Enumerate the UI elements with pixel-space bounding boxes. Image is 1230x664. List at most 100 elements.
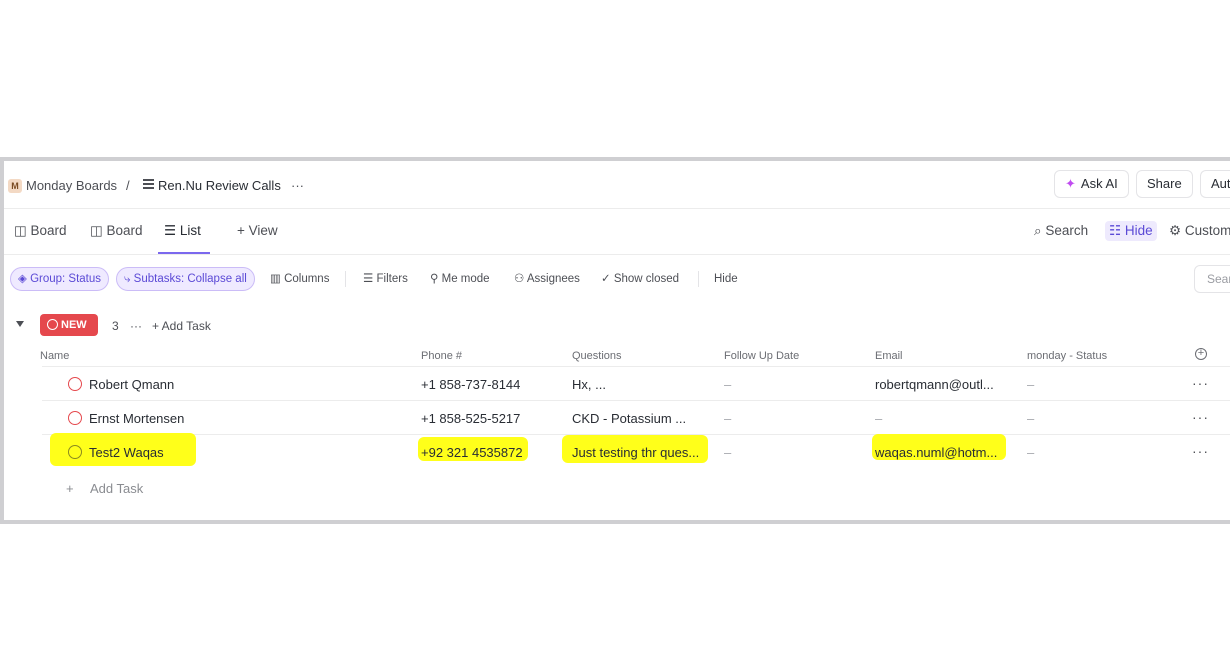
add-view-button[interactable]: + View (237, 223, 278, 238)
top-bar: M Monday Boards / Ren.Nu Review Calls ··… (4, 161, 1230, 209)
table-row[interactable]: Robert Qmann +1 858-737-8144 Hx, ... – r… (42, 367, 1230, 401)
workspace-avatar[interactable]: M (8, 179, 22, 193)
phone-cell[interactable]: +1 858-525-5217 (421, 411, 520, 426)
task-status-icon[interactable] (68, 377, 82, 391)
tab-board-2[interactable]: ◫ Board (90, 223, 143, 239)
active-tab-indicator (158, 252, 210, 254)
table-row[interactable]: Test2 Waqas +92 321 4535872 Just testing… (42, 433, 1230, 469)
assignees-button[interactable]: ⚇ Assignees (506, 267, 588, 291)
tab-label: Board (30, 223, 67, 238)
automations-button[interactable]: Aut (1200, 170, 1230, 198)
phone-cell[interactable]: +92 321 4535872 (421, 445, 523, 460)
search-label: Search (1045, 223, 1089, 238)
group-more-button[interactable]: ··· (130, 319, 142, 333)
assignees-label: Assignees (526, 273, 580, 285)
breadcrumb-workspace[interactable]: Monday Boards (26, 178, 117, 193)
add-task-row-button[interactable]: Add Task (90, 481, 143, 496)
columns-label: Columns (284, 273, 330, 285)
follow-up-cell[interactable]: – (724, 445, 731, 460)
table-row[interactable]: Ernst Mortensen +1 858-525-5217 CKD - Po… (42, 401, 1230, 435)
share-label: Share (1147, 176, 1182, 191)
filter-bar: ◈ Group: Status ⤷ Subtasks: Collapse all… (4, 255, 1230, 299)
follow-up-cell[interactable]: – (724, 377, 731, 392)
column-monday-status[interactable]: monday - Status (1027, 350, 1107, 362)
search-input[interactable]: Sear (1194, 265, 1230, 293)
filters-button[interactable]: ☰ Filters (355, 267, 416, 291)
monday-status-cell[interactable]: – (1027, 445, 1034, 460)
status-circle-icon (47, 319, 58, 330)
filters-label: Filters (376, 273, 408, 285)
collapse-group-icon[interactable] (16, 321, 24, 327)
breadcrumb-separator: / (126, 178, 130, 193)
task-name[interactable]: Test2 Waqas (89, 445, 164, 460)
status-label: NEW (61, 319, 87, 331)
customize-button[interactable]: ⚙ Custom (1169, 223, 1230, 239)
hide-button[interactable]: ☷ Hide (1105, 221, 1157, 241)
email-cell[interactable]: waqas.numl@hotm... (875, 445, 997, 460)
board-icon: ◫ (14, 223, 27, 238)
view-tabs: ◫ Board ◫ Board ☰ List + View ⌕ Search ☷… (4, 209, 1230, 255)
status-group-badge[interactable]: NEW (40, 314, 98, 336)
tab-board-1[interactable]: ◫ Board (14, 223, 67, 239)
search-tasks-button[interactable]: ⌕ Search (1034, 223, 1088, 239)
column-phone[interactable]: Phone # (421, 350, 462, 362)
tab-label: List (179, 223, 201, 238)
breadcrumb-more-button[interactable]: ··· (291, 178, 304, 193)
group-by-chip[interactable]: ◈ Group: Status (10, 267, 110, 291)
divider (698, 271, 699, 287)
list-icon (143, 179, 154, 191)
divider (345, 271, 346, 287)
show-closed-label: Show closed (613, 273, 680, 285)
search-icon: ⌕ (1034, 223, 1042, 238)
task-name[interactable]: Robert Qmann (89, 377, 174, 392)
questions-cell[interactable]: Hx, ... (572, 377, 606, 392)
breadcrumb-list-name[interactable]: Ren.Nu Review Calls (158, 178, 281, 193)
email-cell[interactable]: robertqmann@outl... (875, 377, 994, 392)
share-button[interactable]: Share (1136, 170, 1193, 198)
email-cell[interactable]: – (875, 411, 882, 426)
hide-label: Hide (1124, 223, 1153, 238)
group-by-label: Group: Status (30, 273, 102, 285)
hide-filter-button[interactable]: Hide (706, 267, 746, 291)
people-icon: ⚇ (514, 273, 525, 285)
app-window: M Monday Boards / Ren.Nu Review Calls ··… (0, 157, 1230, 524)
monday-status-cell[interactable]: – (1027, 411, 1034, 426)
show-closed-button[interactable]: ✓ Show closed (593, 267, 687, 291)
column-email[interactable]: Email (875, 350, 903, 362)
column-questions[interactable]: Questions (572, 350, 622, 362)
row-more-button[interactable]: ··· (1192, 375, 1209, 391)
group-count: 3 (112, 319, 119, 333)
row-more-button[interactable]: ··· (1192, 409, 1209, 425)
ask-ai-button[interactable]: ✦ Ask AI (1054, 170, 1129, 198)
questions-cell[interactable]: CKD - Potassium ... (572, 411, 686, 426)
tab-label: Board (106, 223, 143, 238)
subtasks-label: Subtasks: Collapse all (133, 273, 247, 285)
add-column-icon[interactable]: + (1195, 348, 1207, 360)
columns-button[interactable]: ▥ Columns (262, 267, 337, 291)
me-mode-button[interactable]: ⚲ Me mode (422, 267, 498, 291)
questions-cell[interactable]: Just testing thr ques... (572, 445, 699, 460)
board-icon: ◫ (90, 223, 103, 238)
sliders-icon: ☷ (1109, 223, 1122, 238)
list-icon: ☰ (164, 223, 177, 238)
monday-status-cell[interactable]: – (1027, 377, 1034, 392)
follow-up-cell[interactable]: – (724, 411, 731, 426)
task-status-icon[interactable] (68, 445, 82, 459)
phone-cell[interactable]: +1 858-737-8144 (421, 377, 520, 392)
automations-label: Aut (1211, 176, 1230, 191)
column-name[interactable]: Name (40, 350, 69, 362)
filter-icon: ☰ (363, 273, 374, 285)
task-status-icon[interactable] (68, 411, 82, 425)
group-add-task-button[interactable]: + Add Task (152, 319, 211, 333)
task-name[interactable]: Ernst Mortensen (89, 411, 184, 426)
customize-label: Custom (1184, 223, 1230, 238)
me-mode-label: Me mode (441, 273, 490, 285)
tab-list[interactable]: ☰ List (164, 223, 201, 239)
columns-icon: ▥ (270, 273, 281, 285)
add-task-plus-icon[interactable]: + (66, 481, 74, 496)
column-follow-up-date[interactable]: Follow Up Date (724, 350, 799, 362)
subtasks-chip[interactable]: ⤷ Subtasks: Collapse all (116, 267, 255, 291)
person-icon: ⚲ (430, 273, 439, 285)
check-circle-icon: ✓ (601, 273, 611, 285)
row-more-button[interactable]: ··· (1192, 443, 1209, 459)
